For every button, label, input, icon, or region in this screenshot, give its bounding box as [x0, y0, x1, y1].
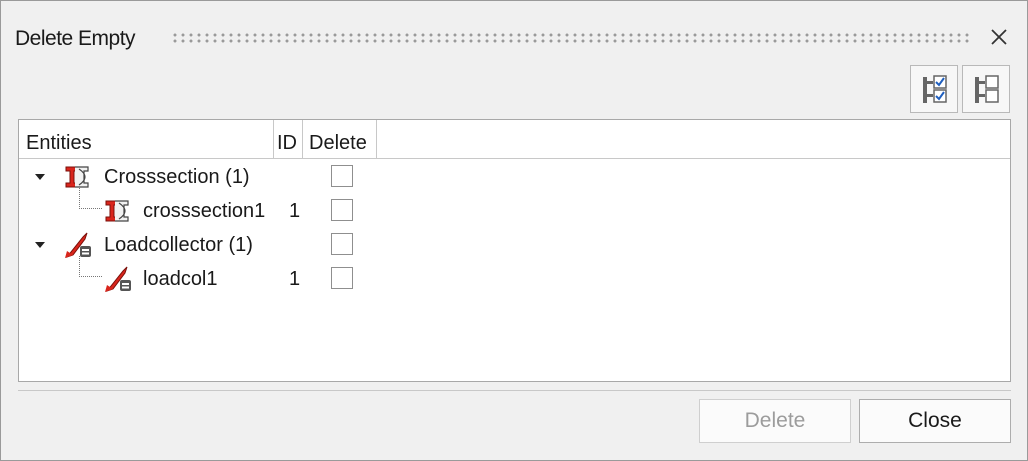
- delete-checkbox[interactable]: [331, 199, 353, 221]
- uncheck-all-button[interactable]: [962, 65, 1010, 113]
- entities-tree[interactable]: Entities ID Delete Crosssection (1) cros…: [18, 119, 1011, 382]
- tree-label: Crosssection (1): [104, 166, 250, 188]
- tree-row-loadcollector-group[interactable]: Loadcollector (1): [19, 228, 1010, 262]
- tree-row-crosssection-group[interactable]: Crosssection (1): [19, 160, 1010, 194]
- tree-row-loadcol1[interactable]: loadcol1 1: [19, 256, 1010, 296]
- column-header-entities[interactable]: Entities: [19, 120, 274, 158]
- header-divider: [19, 158, 1010, 159]
- tree-connector-line: [79, 188, 102, 209]
- column-header-delete[interactable]: Delete: [303, 120, 377, 158]
- expand-arrow-icon[interactable]: [35, 174, 45, 180]
- drag-grip[interactable]: [171, 32, 971, 44]
- loadcollector-icon: [63, 231, 93, 259]
- tree-label: loadcol1: [143, 268, 218, 290]
- tree-label: Loadcollector (1): [104, 234, 253, 256]
- tree-id: 1: [289, 200, 301, 222]
- delete-button[interactable]: Delete: [699, 399, 851, 443]
- tree-label: crosssection1: [143, 200, 266, 222]
- dialog-title: Delete Empty: [15, 27, 136, 50]
- delete-checkbox[interactable]: [331, 165, 353, 187]
- delete-checkbox[interactable]: [331, 267, 353, 289]
- footer-divider: [18, 390, 1011, 391]
- crosssection-icon: [63, 163, 93, 191]
- crosssection-icon: [103, 197, 133, 225]
- expand-arrow-icon[interactable]: [35, 242, 45, 248]
- close-icon[interactable]: [987, 25, 1011, 49]
- column-header-id[interactable]: ID: [274, 120, 303, 158]
- tree-id: 1: [289, 268, 301, 290]
- delete-checkbox[interactable]: [331, 233, 353, 255]
- check-all-button[interactable]: [910, 65, 958, 113]
- tree-row-crosssection1[interactable]: crosssection1 1: [19, 188, 1010, 228]
- tree-connector-line: [79, 256, 102, 277]
- close-button[interactable]: Close: [859, 399, 1011, 443]
- delete-empty-dialog: Delete Empty Entities ID Delete Crosssec…: [0, 0, 1028, 461]
- loadcollector-icon: [103, 265, 133, 293]
